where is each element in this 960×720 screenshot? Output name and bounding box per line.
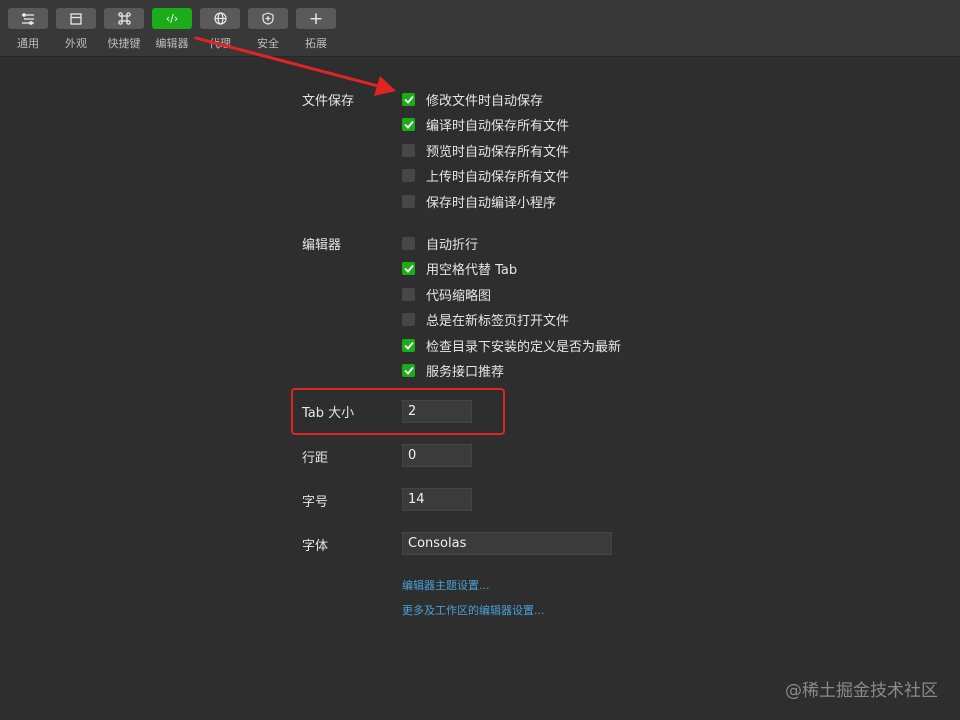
- checkbox-row-word-wrap[interactable]: 自动折行: [402, 235, 479, 253]
- checkmark-icon: [403, 341, 414, 350]
- checkbox-row-api-suggestions[interactable]: 服务接口推荐: [402, 362, 505, 380]
- checkbox-unchecked[interactable]: [402, 143, 415, 157]
- checkbox-label: 总是在新标签页打开文件: [426, 313, 570, 329]
- checkbox-row-autocompile-on-save[interactable]: 保存时自动编译小程序: [402, 193, 557, 211]
- tab-size-highlight-box: [291, 388, 505, 435]
- checkbox-label: 自动折行: [426, 237, 479, 253]
- font-size-input[interactable]: 14: [402, 488, 472, 511]
- checkbox-row-autosave-on-preview[interactable]: 预览时自动保存所有文件: [402, 142, 570, 160]
- checkbox-unchecked[interactable]: [402, 194, 415, 208]
- checkbox-label: 检查目录下安装的定义是否为最新: [426, 339, 622, 355]
- editor-theme-settings-link[interactable]: 编辑器主题设置...: [402, 577, 490, 593]
- checkbox-row-autosave-on-upload[interactable]: 上传时自动保存所有文件: [402, 167, 570, 185]
- checkbox-row-check-typings[interactable]: 检查目录下安装的定义是否为最新: [402, 337, 622, 355]
- checkmark-icon: [403, 264, 414, 273]
- annotation-arrow-icon: [194, 36, 396, 96]
- line-height-label: 行距: [302, 451, 329, 466]
- checkbox-label: 代码缩略图: [426, 288, 492, 304]
- watermark-text: @稀土掘金技术社区: [785, 681, 938, 701]
- checkmark-icon: [403, 366, 414, 375]
- font-family-label: 字体: [302, 539, 329, 554]
- more-editor-settings-link[interactable]: 更多及工作区的编辑器设置...: [402, 602, 545, 618]
- checkbox-label: 保存时自动编译小程序: [426, 195, 557, 211]
- checkbox-row-spaces-for-tab[interactable]: 用空格代替 Tab: [402, 260, 518, 278]
- checkbox-checked[interactable]: [402, 338, 415, 352]
- checkbox-checked[interactable]: [402, 261, 415, 275]
- font-family-input[interactable]: Consolas: [402, 532, 612, 555]
- checkbox-unchecked[interactable]: [402, 312, 415, 326]
- checkbox-label: 预览时自动保存所有文件: [426, 144, 570, 160]
- checkbox-row-minimap[interactable]: 代码缩略图: [402, 286, 492, 304]
- editor-section-label: 编辑器: [302, 238, 342, 253]
- font-size-label: 字号: [302, 495, 329, 510]
- checkbox-row-open-in-new-tab[interactable]: 总是在新标签页打开文件: [402, 311, 570, 329]
- checkbox-checked[interactable]: [402, 363, 415, 377]
- checkbox-unchecked[interactable]: [402, 236, 415, 250]
- checkbox-unchecked[interactable]: [402, 287, 415, 301]
- checkbox-label: 用空格代替 Tab: [426, 262, 518, 278]
- checkmark-icon: [403, 120, 414, 129]
- line-height-input[interactable]: 0: [402, 444, 472, 467]
- checkbox-unchecked[interactable]: [402, 168, 415, 182]
- checkbox-label: 上传时自动保存所有文件: [426, 169, 570, 185]
- checkbox-label: 服务接口推荐: [426, 364, 505, 380]
